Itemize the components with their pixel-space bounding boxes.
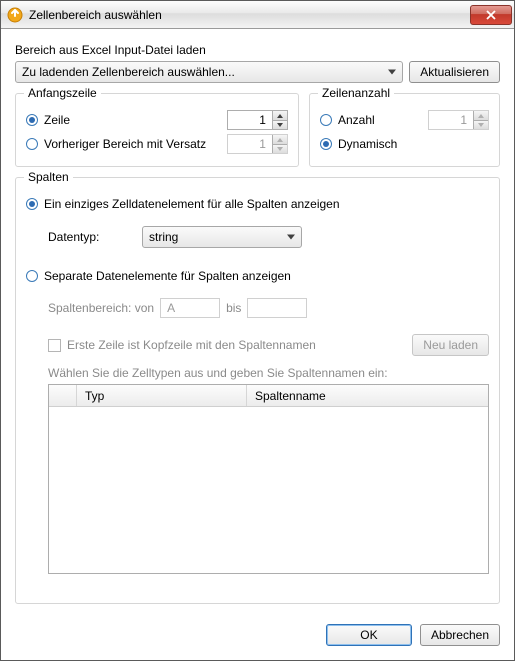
close-icon	[486, 10, 496, 20]
chevron-down-icon	[287, 235, 295, 240]
ok-button[interactable]: OK	[326, 624, 412, 646]
table-header-name[interactable]: Spaltenname	[247, 385, 488, 406]
table-body	[49, 407, 488, 573]
chevron-down-icon	[478, 123, 484, 127]
dialog-footer: OK Abbrechen	[1, 614, 514, 660]
row-count-value-input	[429, 111, 473, 129]
row-count-count-radio[interactable]	[320, 114, 332, 126]
start-row-value-spinner[interactable]	[227, 110, 288, 130]
range-select[interactable]: Zu ladenden Zellenbereich auswählen...	[15, 61, 403, 83]
row-count-count-label: Anzahl	[338, 113, 375, 127]
row-count-dynamic-radio[interactable]	[320, 138, 332, 150]
chevron-down-icon	[277, 147, 283, 151]
row-count-legend: Zeilenanzahl	[318, 86, 394, 100]
start-row-offset-spinner	[227, 134, 288, 154]
table-header-type[interactable]: Typ	[77, 385, 247, 406]
cancel-button[interactable]: Abbrechen	[420, 624, 500, 646]
header-row-label: Erste Zeile ist Kopfzeile mit den Spalte…	[67, 338, 316, 352]
columns-single-label: Ein einziges Zelldatenelement für alle S…	[44, 197, 340, 211]
spinner-down-button	[474, 120, 488, 129]
titlebar: Zellenbereich auswählen	[1, 1, 514, 29]
header-row-checkbox	[48, 339, 61, 352]
start-row-row-radio[interactable]	[26, 114, 38, 126]
range-select-value: Zu ladenden Zellenbereich auswählen...	[22, 65, 235, 79]
start-row-row-label: Zeile	[44, 113, 70, 127]
table-header-blank	[49, 385, 77, 406]
spinner-up-button[interactable]	[273, 111, 287, 120]
spinner-up-button	[474, 111, 488, 120]
row-config: Anfangszeile Zeile Vorheriger	[15, 93, 500, 167]
spinner-down-button[interactable]	[273, 120, 287, 129]
start-row-legend: Anfangszeile	[24, 86, 101, 100]
load-section: Bereich aus Excel Input-Datei laden Zu l…	[15, 43, 500, 83]
start-row-value-input[interactable]	[228, 111, 272, 129]
start-row-prev-label: Vorheriger Bereich mit Versatz	[44, 137, 206, 151]
close-button[interactable]	[470, 5, 512, 25]
refresh-button[interactable]: Aktualisieren	[409, 61, 500, 83]
start-row-group: Anfangszeile Zeile Vorheriger	[15, 93, 299, 167]
datatype-select[interactable]: string	[142, 226, 302, 248]
spinner-down-button	[273, 144, 287, 153]
chevron-down-icon	[388, 70, 396, 75]
chevron-up-icon	[277, 138, 283, 142]
dialog-window: Zellenbereich auswählen Bereich aus Exce…	[0, 0, 515, 661]
columns-legend: Spalten	[24, 170, 73, 184]
table-caption: Wählen Sie die Zelltypen aus und geben S…	[48, 366, 489, 380]
window-title: Zellenbereich auswählen	[29, 8, 470, 22]
load-label: Bereich aus Excel Input-Datei laden	[15, 43, 500, 57]
range-from-label: Spaltenbereich: von	[48, 301, 154, 315]
range-to-label: bis	[226, 301, 241, 315]
start-row-prev-radio[interactable]	[26, 138, 38, 150]
columns-separate-radio[interactable]	[26, 270, 38, 282]
datatype-label: Datentyp:	[48, 230, 136, 244]
chevron-up-icon	[478, 114, 484, 118]
reload-button: Neu laden	[412, 334, 489, 356]
dialog-body: Bereich aus Excel Input-Datei laden Zu l…	[1, 29, 514, 614]
columns-single-radio[interactable]	[26, 198, 38, 210]
range-to-input	[247, 298, 307, 318]
spinner-up-button	[273, 135, 287, 144]
row-count-value-spinner	[428, 110, 489, 130]
columns-table: Typ Spaltenname	[48, 384, 489, 574]
chevron-down-icon	[277, 123, 283, 127]
datatype-value: string	[149, 230, 178, 244]
table-header: Typ Spaltenname	[49, 385, 488, 407]
range-from-input	[160, 298, 220, 318]
row-count-dynamic-label: Dynamisch	[338, 137, 397, 151]
row-count-group: Zeilenanzahl Anzahl Dynamisch	[309, 93, 500, 167]
columns-separate-label: Separate Datenelemente für Spalten anzei…	[44, 269, 291, 283]
start-row-offset-input	[228, 135, 272, 153]
columns-group: Spalten Ein einziges Zelldatenelement fü…	[15, 177, 500, 604]
app-icon	[7, 7, 23, 23]
chevron-up-icon	[277, 114, 283, 118]
